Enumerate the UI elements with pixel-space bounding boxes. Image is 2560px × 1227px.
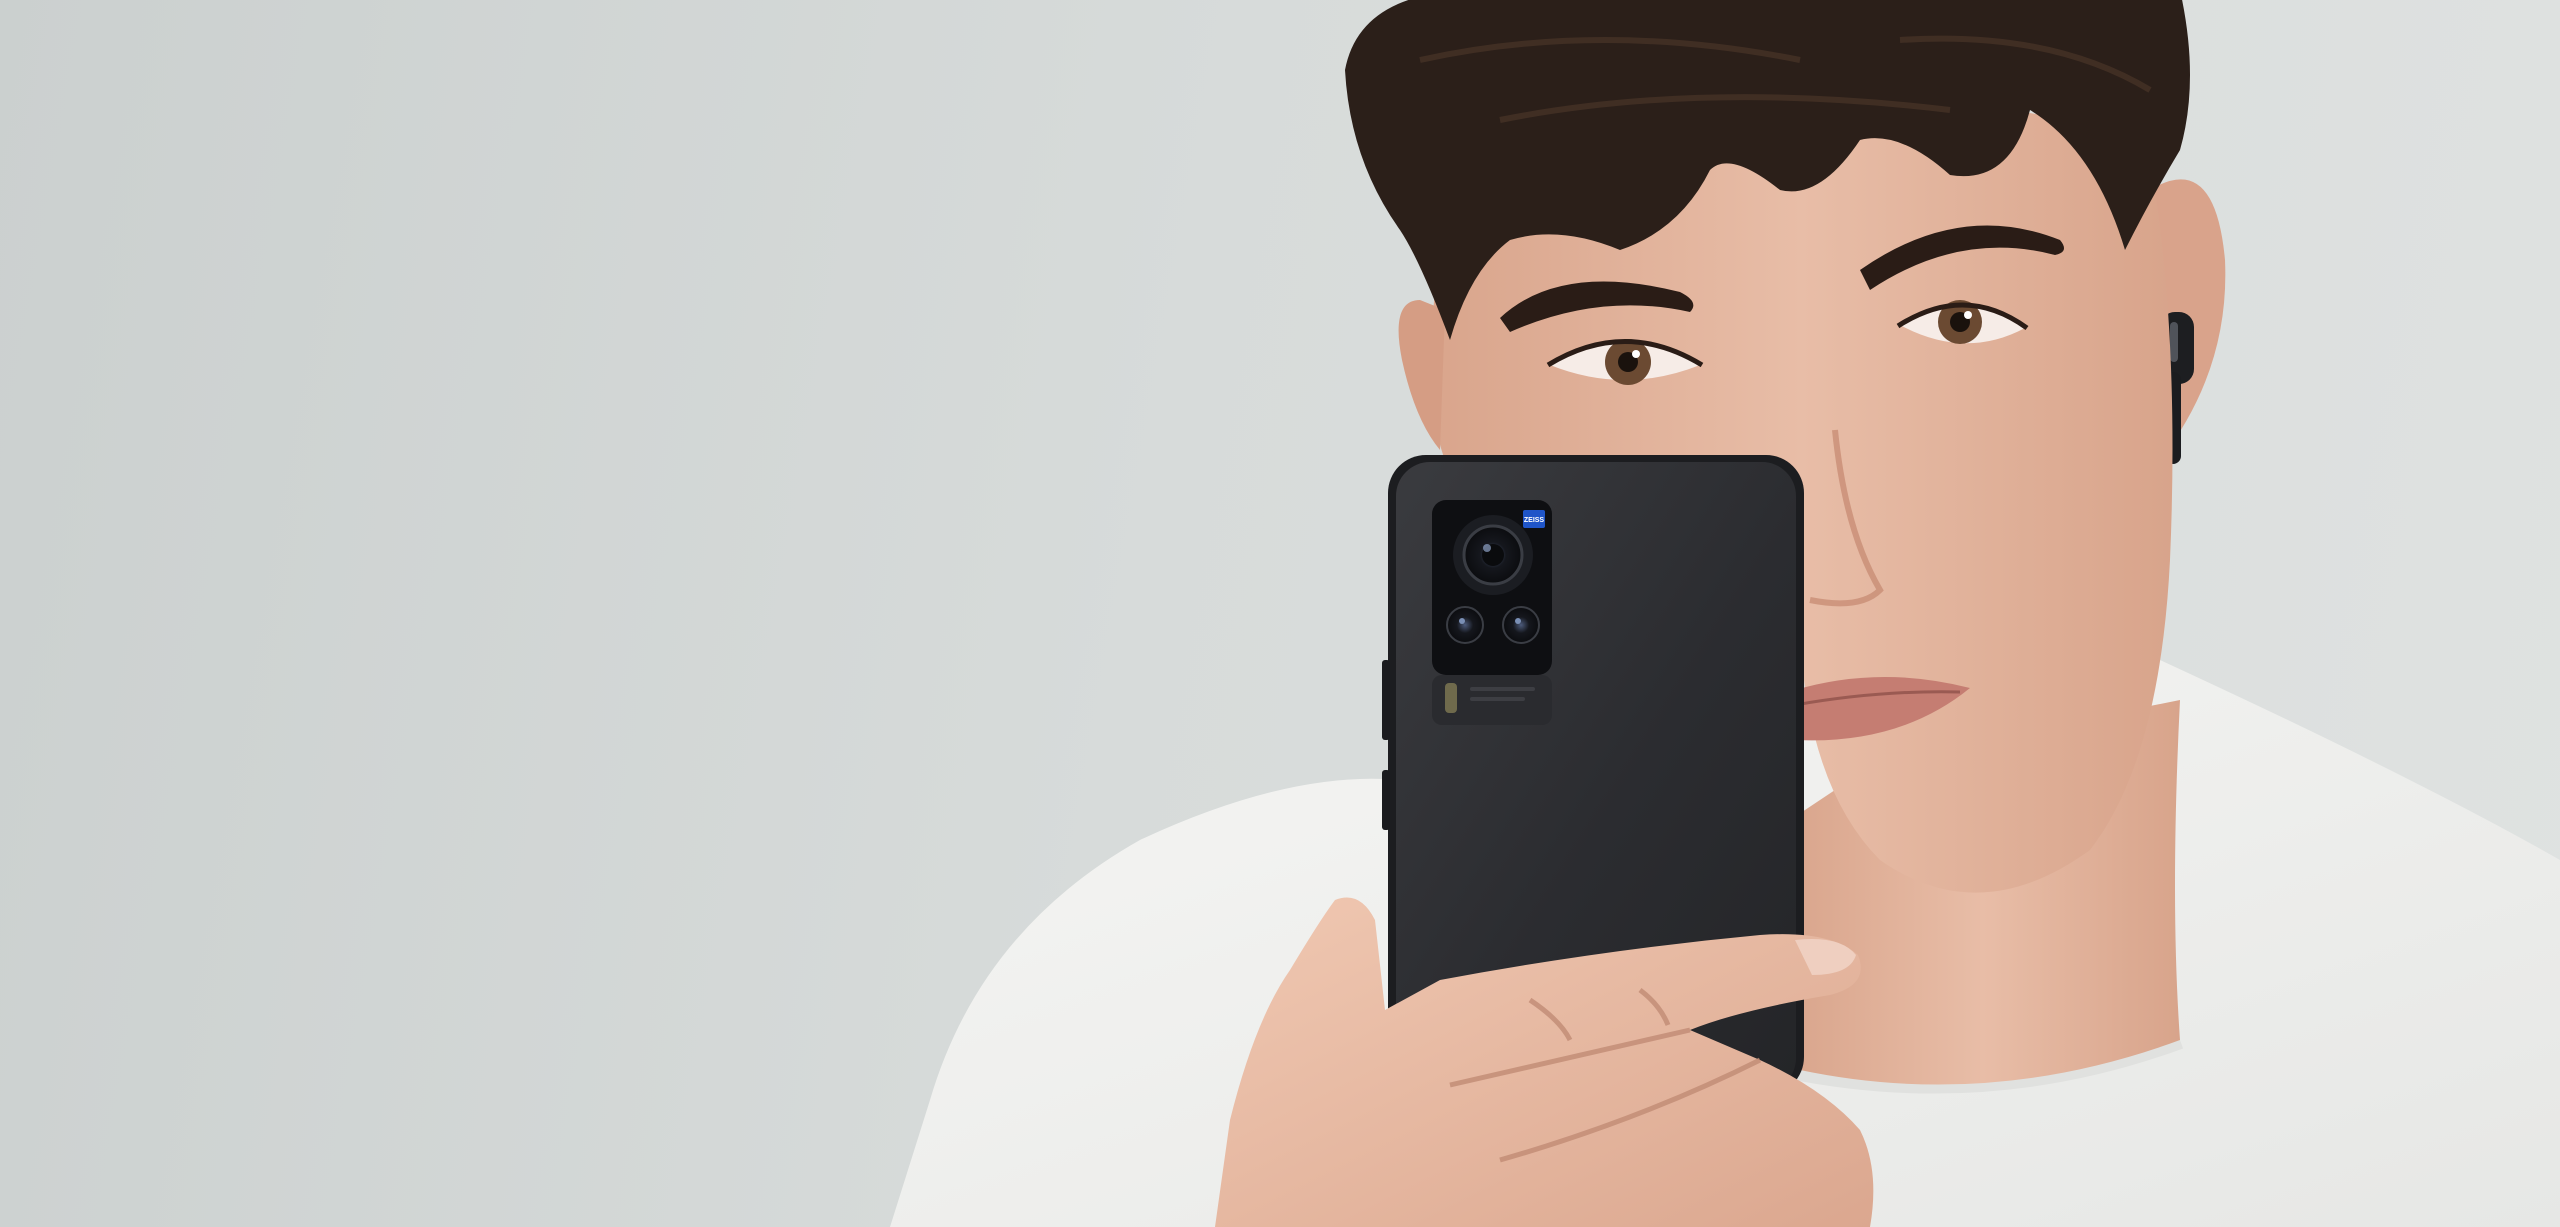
photo-scene: ZEISS [0,0,2560,1227]
flash-icon [1445,683,1457,713]
secondary-lens-icon [1502,606,1540,644]
zeiss-badge-label: ZEISS [1524,517,1545,524]
ear-left [1398,300,1445,450]
photo-illustration: ZEISS [890,0,2560,1227]
secondary-lens-icon [1446,606,1484,644]
